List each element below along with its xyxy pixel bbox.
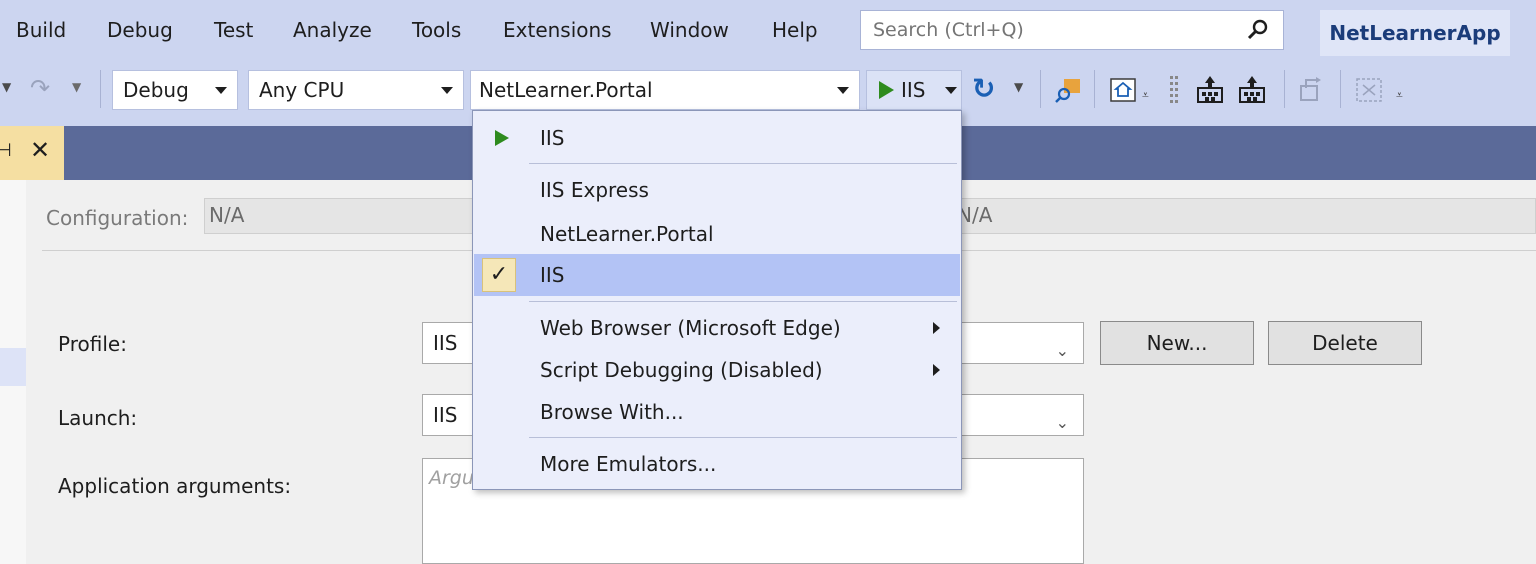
startup-project-value: NetLearner.Portal [479, 78, 653, 102]
toolbar-separator [1094, 70, 1095, 108]
dropdown-item-label: NetLearner.Portal [540, 222, 714, 246]
configuration-field-value: N/A [209, 203, 245, 227]
chevron-down-icon[interactable] [945, 87, 957, 94]
startup-project-combo[interactable]: NetLearner.Portal [470, 70, 860, 110]
dropdown-item-label: Browse With... [540, 400, 684, 424]
toolbar-separator [1340, 70, 1341, 108]
profile-label: Profile: [58, 332, 127, 356]
toolbar-separator [1284, 70, 1285, 108]
submenu-arrow-icon [933, 364, 940, 376]
dropdown-item-label: Web Browser (Microsoft Edge) [540, 316, 841, 340]
platform-combo[interactable]: Any CPU [248, 70, 464, 110]
dropdown-item-iis-checked[interactable]: ✓ IIS [474, 254, 960, 296]
platform-value: Any CPU [259, 78, 345, 102]
refresh-dropdown-icon[interactable]: ▼ [1014, 80, 1023, 94]
dropdown-item-label: IIS Express [540, 178, 649, 202]
application-arguments-label: Application arguments: [58, 474, 292, 498]
play-icon [879, 81, 894, 99]
configuration-label: Configuration: [46, 206, 189, 230]
dropdown-item-web-browser[interactable]: Web Browser (Microsoft Edge) [474, 307, 960, 349]
home-window-icon[interactable] [1108, 76, 1138, 104]
pin-icon[interactable]: ⊣ [0, 140, 12, 161]
undo-dropdown-icon[interactable]: ▼ [2, 80, 11, 94]
dropdown-item-browse-with[interactable]: Browse With... [474, 391, 960, 433]
selected-tab-indicator [0, 348, 26, 386]
checkmark-icon: ✓ [482, 258, 516, 292]
delete-profile-button[interactable]: Delete [1268, 321, 1422, 365]
search-icon[interactable] [1247, 19, 1269, 41]
dropdown-item-more-emulators[interactable]: More Emulators... [474, 443, 960, 485]
redo-icon[interactable]: ↷ [30, 74, 50, 102]
play-icon [495, 130, 509, 146]
toolbar-separator [100, 70, 101, 108]
application-arguments-placeholder: Argu [429, 467, 474, 489]
publish-alt-icon[interactable] [1236, 74, 1268, 106]
dropdown-item-iis-current[interactable]: IIS [474, 117, 960, 159]
menu-window[interactable]: Window [650, 18, 729, 42]
submenu-arrow-icon [933, 322, 940, 334]
left-panel-strip [0, 180, 26, 564]
launch-label: Launch: [58, 406, 138, 430]
publish-icon[interactable] [1194, 74, 1226, 106]
grid-dotted-icon[interactable] [1354, 76, 1384, 104]
dropdown-separator [529, 301, 957, 302]
dropdown-separator [529, 163, 957, 164]
dropdown-item-iis-express[interactable]: IIS Express [474, 169, 960, 211]
chevron-down-icon [215, 87, 227, 94]
document-tab[interactable]: ⊣ ✕ [0, 126, 64, 180]
dropdown-item-label: IIS [540, 263, 565, 287]
search-input[interactable] [873, 19, 1233, 41]
chevron-down-icon: ⌄ [1055, 341, 1069, 360]
solution-name[interactable]: NetLearnerApp [1320, 10, 1510, 56]
close-icon[interactable]: ✕ [30, 136, 50, 164]
menu-help[interactable]: Help [772, 18, 818, 42]
menu-bar: Build Debug Test Analyze Tools Extension… [0, 0, 1536, 66]
chevron-down-icon: ⌄ [1055, 413, 1069, 432]
dropdown-item-label: Script Debugging (Disabled) [540, 358, 823, 382]
menu-tools[interactable]: Tools [412, 18, 461, 42]
overflow-icon[interactable]: ⩡ [1396, 88, 1403, 103]
new-profile-button[interactable]: New... [1100, 321, 1254, 365]
menu-extensions[interactable]: Extensions [503, 18, 612, 42]
platform-field-value: N/A [957, 203, 993, 227]
chevron-down-icon [837, 87, 849, 94]
configuration-value: Debug [123, 78, 189, 102]
redo-dropdown-icon[interactable]: ▼ [72, 80, 81, 94]
run-target-dropdown: IIS IIS Express NetLearner.Portal ✓ IIS … [472, 110, 962, 490]
export-icon[interactable] [1296, 76, 1324, 104]
dropdown-separator [529, 437, 957, 438]
dropdown-item-label: IIS [540, 126, 565, 150]
menu-debug[interactable]: Debug [107, 18, 173, 42]
dropdown-item-script-debugging[interactable]: Script Debugging (Disabled) [474, 349, 960, 391]
search-box[interactable] [860, 10, 1284, 50]
toolbar-separator [1040, 70, 1041, 108]
dropdown-item-netlearner-portal[interactable]: NetLearner.Portal [474, 213, 960, 255]
launch-value: IIS [433, 403, 458, 427]
overflow-icon[interactable]: ⩡ [1142, 88, 1149, 103]
refresh-icon[interactable]: ↻ [972, 72, 995, 105]
menu-analyze[interactable]: Analyze [293, 18, 372, 42]
profile-value: IIS [433, 331, 458, 355]
dropdown-item-label: More Emulators... [540, 452, 717, 476]
run-target-label: IIS [901, 78, 926, 102]
run-button[interactable]: IIS [866, 70, 962, 110]
file-explorer-icon[interactable] [1054, 76, 1084, 104]
menu-test[interactable]: Test [214, 18, 253, 42]
menu-build[interactable]: Build [16, 18, 66, 42]
chevron-down-icon [441, 87, 453, 94]
dotted-column-icon[interactable] [1162, 74, 1186, 106]
configuration-combo[interactable]: Debug [112, 70, 238, 110]
